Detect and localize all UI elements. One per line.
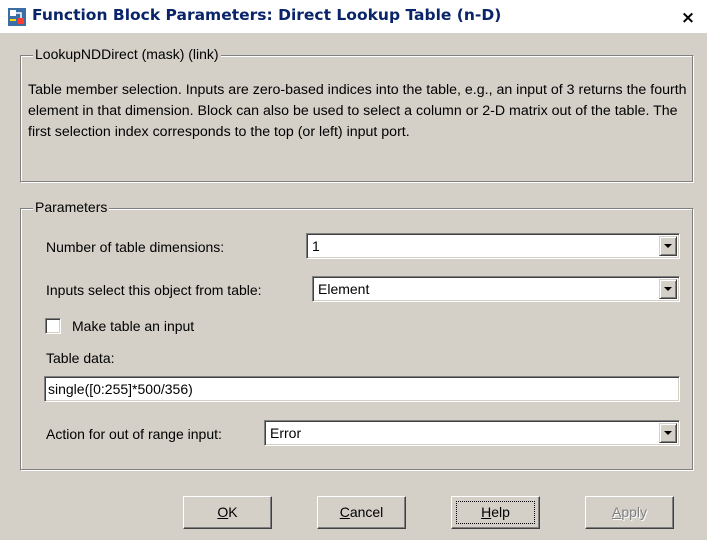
- cancel-mnemonic: C: [339, 504, 350, 520]
- parameters-group-legend: Parameters: [33, 198, 110, 216]
- close-icon[interactable]: ×: [678, 9, 698, 27]
- num-dimensions-value: 1: [312, 238, 320, 254]
- out-of-range-select[interactable]: Error: [264, 420, 680, 446]
- help-label-rest: elp: [491, 504, 510, 520]
- table-data-label: Table data:: [46, 350, 115, 366]
- select-object-value: Element: [318, 281, 370, 297]
- window-title: Function Block Parameters: Direct Lookup…: [32, 6, 502, 24]
- apply-label-rest: pply: [621, 504, 648, 520]
- simulink-block-icon: [8, 8, 26, 26]
- chevron-down-icon[interactable]: [659, 279, 677, 299]
- out-of-range-label: Action for out of range input:: [46, 426, 222, 442]
- apply-mnemonic: A: [611, 504, 622, 520]
- help-mnemonic: H: [481, 504, 492, 520]
- select-object-label: Inputs select this object from table:: [46, 282, 262, 298]
- block-description: Table member selection. Inputs are zero-…: [28, 82, 687, 140]
- make-table-input-checkbox[interactable]: [45, 318, 61, 334]
- title-bar[interactable]: Function Block Parameters: Direct Lookup…: [0, 0, 707, 33]
- table-data-field[interactable]: single([0:255]*500/356): [44, 376, 680, 402]
- apply-button[interactable]: Apply: [585, 496, 674, 529]
- cancel-button[interactable]: Cancel: [317, 496, 406, 529]
- make-table-input-label[interactable]: Make table an input: [72, 317, 194, 335]
- chevron-down-icon[interactable]: [659, 423, 677, 443]
- dialog-window: Function Block Parameters: Direct Lookup…: [0, 0, 707, 540]
- table-data-value: single([0:255]*500/356): [48, 381, 193, 397]
- cancel-label-rest: ancel: [349, 504, 384, 520]
- help-button[interactable]: Help: [451, 496, 540, 529]
- select-object-select[interactable]: Element: [312, 276, 680, 302]
- description-group-legend: LookupNDDirect (mask) (link): [33, 45, 221, 63]
- num-dimensions-select[interactable]: 1: [306, 233, 680, 259]
- ok-mnemonic: O: [217, 504, 229, 520]
- out-of-range-value: Error: [270, 425, 302, 441]
- chevron-down-icon[interactable]: [659, 236, 677, 256]
- ok-button[interactable]: OK: [183, 496, 272, 529]
- ok-label-rest: K: [228, 504, 238, 520]
- num-dimensions-label: Number of table dimensions:: [46, 239, 225, 255]
